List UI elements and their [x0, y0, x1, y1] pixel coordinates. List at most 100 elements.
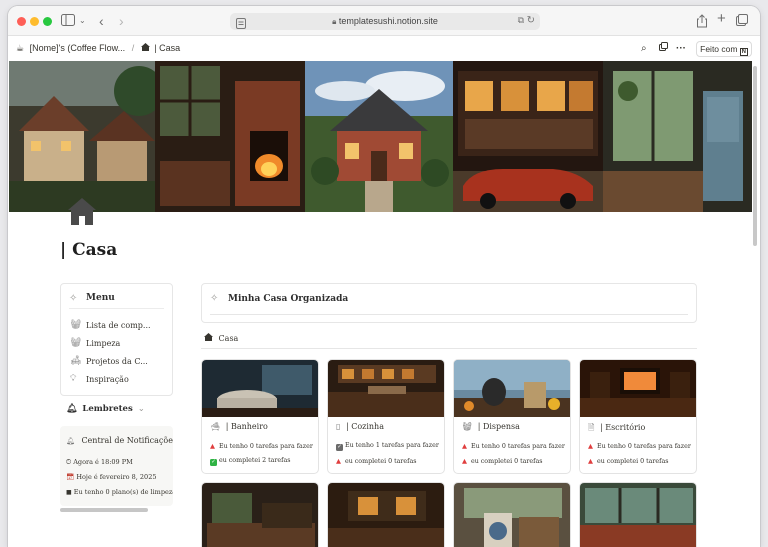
- room-card-row2-1[interactable]: [201, 482, 319, 547]
- horizontal-scrollbar[interactable]: [60, 508, 148, 512]
- house-icon[interactable]: [66, 195, 98, 227]
- reminders-title: Lembretes: [82, 404, 133, 414]
- menu-title: Menu: [86, 293, 115, 303]
- page-title[interactable]: | Casa: [60, 240, 117, 260]
- bedroom-image: [580, 483, 696, 547]
- room-done: eu completei 0 tarefas: [597, 458, 669, 465]
- cover-street-panel: [453, 61, 603, 212]
- minimize-window-button[interactable]: [30, 17, 39, 26]
- bell-icon: 🔔︎: [66, 404, 78, 414]
- warning-icon: ▲: [462, 442, 467, 450]
- check-icon: ✓: [210, 459, 217, 466]
- organized-home-card: ✧ Minha Casa Organizada: [201, 283, 697, 323]
- gallery-divider: [201, 348, 697, 349]
- room-done: eu completei 0 tarefas: [345, 458, 417, 465]
- check-icon: ✓: [336, 444, 343, 451]
- made-with-notion-button[interactable]: Feito com N: [696, 41, 752, 57]
- cover-house-panel: [305, 61, 453, 212]
- breadcrumb-root[interactable]: [Nome]'s (Coffee Flow...: [30, 43, 126, 53]
- url-text: templatesushi.notion.site: [338, 16, 438, 26]
- new-tab-icon[interactable]: +: [717, 11, 726, 26]
- back-icon[interactable]: ‹: [99, 14, 104, 28]
- menu-item-projetos[interactable]: 🛋︎ Projetos da C...: [70, 356, 148, 366]
- share-icon[interactable]: [696, 14, 708, 28]
- sparkles-icon: ✧: [69, 293, 78, 304]
- kitchen-image: [328, 360, 444, 417]
- room-name: | Dispensa: [477, 422, 520, 431]
- bell-icon: 🔔︎: [66, 437, 75, 445]
- house-icon: [204, 333, 213, 341]
- bathtub-icon: 🛁︎: [210, 422, 221, 431]
- warning-icon: ▲: [588, 457, 593, 465]
- forward-icon[interactable]: ›: [119, 14, 124, 28]
- cover-kitchen-panel: [603, 61, 752, 212]
- chevron-down-icon: ⌄: [137, 404, 145, 414]
- bullet-icon: ■: [66, 489, 72, 496]
- close-window-button[interactable]: [17, 17, 26, 26]
- basket-icon: 🧺︎: [462, 422, 473, 431]
- breadcrumb-current[interactable]: | Casa: [154, 43, 180, 53]
- room-card-banheiro[interactable]: 🛁︎ | Banheiro ▲ Eu tenho 0 tarefas para f…: [201, 359, 319, 474]
- cover-image: [9, 61, 752, 212]
- room-todo: Eu tenho 1 tarefas para fazer: [345, 442, 439, 449]
- room-card-row2-3[interactable]: [453, 482, 571, 547]
- clock-icon: 🕒︎: [66, 458, 72, 466]
- lamp-icon: 💡︎: [70, 374, 77, 384]
- laundry-image: [454, 483, 570, 547]
- menu-divider: [69, 308, 164, 309]
- fridge-icon: ▯: [336, 422, 341, 431]
- document-icon: 🗎︎: [588, 423, 595, 432]
- duplicate-icon[interactable]: [659, 36, 668, 61]
- notification-date: 📅︎ Hoje é fevereiro 8, 2025: [66, 473, 157, 481]
- chevron-down-icon[interactable]: ⌄: [79, 14, 86, 28]
- room-todo: Eu tenho 0 tarefas para fazer: [471, 443, 565, 450]
- dining-room-image: [328, 483, 444, 547]
- sparkles-icon: ✧: [210, 293, 219, 304]
- organized-home-title: Minha Casa Organizada: [228, 294, 349, 304]
- reload-icon[interactable]: ↻: [527, 15, 535, 26]
- room-name: | Banheiro: [225, 422, 268, 431]
- menu-item-limpeza[interactable]: 🧺︎ Limpeza: [70, 338, 120, 348]
- room-card-row2-2[interactable]: [327, 482, 445, 547]
- vertical-scrollbar[interactable]: [753, 66, 757, 246]
- reminders-toggle[interactable]: 🔔︎ Lembretes ⌄: [66, 404, 145, 414]
- tab-overview-icon[interactable]: [736, 14, 748, 28]
- cover-fireplace-panel: [155, 61, 305, 212]
- sidebar-icon[interactable]: [61, 14, 75, 28]
- menu-item-inspiracao[interactable]: 💡︎ Inspiração: [70, 374, 129, 384]
- bathroom-image: [202, 360, 318, 417]
- room-name: | Escritório: [599, 423, 646, 432]
- zoom-window-button[interactable]: [43, 17, 52, 26]
- coffee-icon: ☕︎: [16, 43, 25, 53]
- room-done: eu completei 2 tarefas: [219, 457, 291, 464]
- gallery-breadcrumb[interactable]: Casa: [204, 333, 238, 343]
- warning-icon: ▲: [462, 457, 467, 465]
- header-divider: [210, 314, 688, 315]
- calendar-icon: 📅︎: [66, 473, 75, 481]
- office-image: [580, 360, 696, 417]
- room-card-row2-4[interactable]: [579, 482, 697, 547]
- notion-topbar: ☕︎ [Nome]'s (Coffee Flow... / | Casa ⌕ ·…: [8, 36, 760, 61]
- menu-item-lista-de-compras[interactable]: 🧺︎ Lista de comp...: [70, 320, 151, 330]
- address-bar[interactable]: 🔒︎ templatesushi.notion.site ⧉ ↻: [230, 13, 540, 30]
- room-todo: Eu tenho 0 tarefas para fazer: [219, 443, 313, 450]
- notification-time: 🕒︎ Agora é 18:09 PM: [66, 458, 133, 466]
- search-icon[interactable]: ⌕: [641, 36, 647, 61]
- notification-plans: ■ Eu tenho 0 plano(s) de limpeza pa: [66, 488, 173, 496]
- room-done: eu completei 0 tarefas: [471, 458, 543, 465]
- notification-center-title: 🔔︎ Central de Notificações: [66, 436, 173, 445]
- warning-icon: ▲: [588, 442, 593, 450]
- room-card-dispensa[interactable]: 🧺︎ | Dispensa ▲ Eu tenho 0 tarefas para f…: [453, 359, 571, 474]
- notification-center-card: 🔔︎ Central de Notificações 🕒︎ Agora é 18…: [60, 426, 173, 506]
- room-card-escritorio[interactable]: 🗎︎ | Escritório ▲ Eu tenho 0 tarefas para…: [579, 359, 697, 474]
- breadcrumb: ☕︎ [Nome]'s (Coffee Flow... / | Casa: [16, 36, 180, 61]
- notion-logo-icon: N: [739, 48, 748, 56]
- basket-icon: 🧺︎: [70, 320, 82, 330]
- lock-icon: 🔒︎: [332, 17, 337, 26]
- cover-village-panel: [9, 61, 155, 212]
- more-options-icon[interactable]: ···: [676, 36, 686, 61]
- living-room-image: [202, 483, 318, 547]
- menu-card: ✧ Menu 🧺︎ Lista de comp... 🧺︎ Limpeza 🛋︎…: [60, 283, 173, 396]
- room-card-cozinha[interactable]: ▯ | Cozinha ✓ Eu tenho 1 tarefas para faz…: [327, 359, 445, 474]
- translate-icon[interactable]: ⧉: [518, 15, 524, 26]
